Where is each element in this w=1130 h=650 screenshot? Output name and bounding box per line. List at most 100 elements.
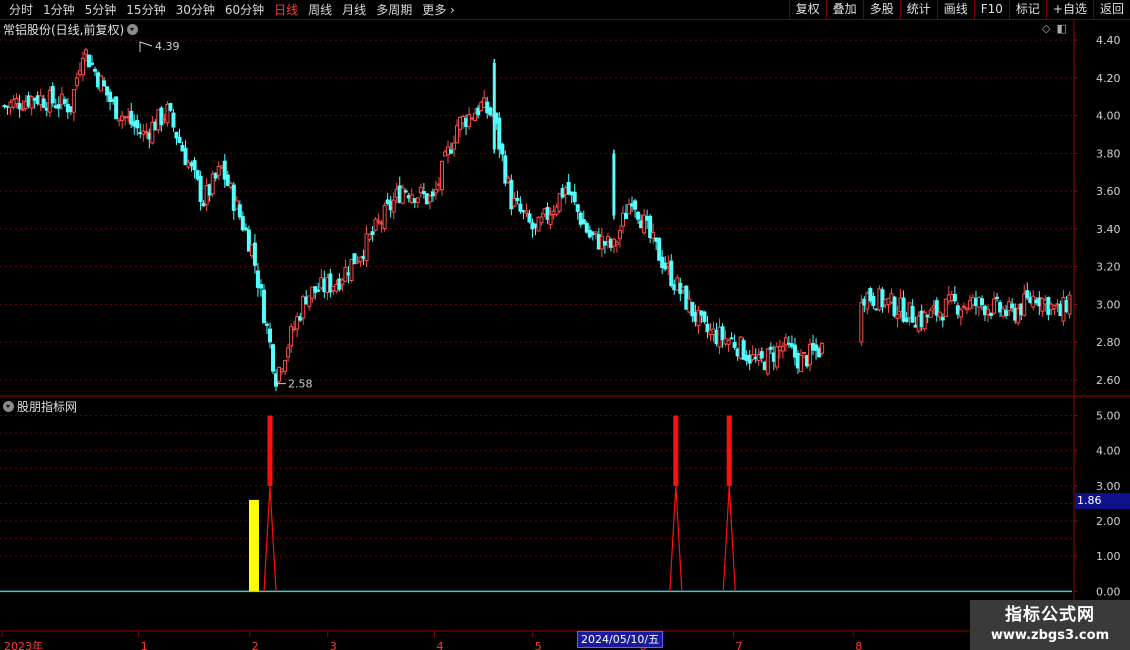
period-tab-6[interactable]: 日线	[269, 0, 303, 20]
candle-body-312	[943, 298, 948, 317]
candle-body-315	[952, 293, 957, 302]
candle-body-133	[403, 190, 408, 193]
period-tab-8[interactable]: 月线	[337, 0, 371, 20]
tool-button-1[interactable]: 叠加	[825, 0, 863, 20]
signal-bar-0	[267, 415, 273, 486]
candle-body-87	[264, 323, 269, 326]
candle-body-295	[892, 296, 897, 317]
candle-body-241	[729, 337, 734, 340]
candle-body-203	[614, 241, 619, 246]
tool-button-8[interactable]: 返回	[1092, 0, 1130, 20]
tool-button-4[interactable]: 画线	[936, 0, 974, 20]
window-toggle-icon[interactable]: ◧	[1056, 22, 1066, 35]
candle-body-83	[252, 242, 257, 266]
candle-body-56	[171, 112, 176, 128]
period-tab-1[interactable]: 1分钟	[38, 0, 80, 20]
candle-body-124	[376, 220, 381, 223]
candle-body-145	[439, 160, 444, 191]
candle-body-332	[1004, 309, 1009, 316]
candle-body-171	[518, 203, 523, 212]
main-panel-title[interactable]: 常铝股份(日线,前复权)	[3, 21, 139, 38]
site-watermark: 指标公式网 www.zbgs3.com	[970, 600, 1130, 650]
candle-body-284	[859, 302, 864, 343]
period-tab-4[interactable]: 30分钟	[171, 0, 220, 20]
candle-body-132	[400, 187, 405, 204]
candle-body-55	[168, 103, 173, 111]
price-tick-label-5: 3.40	[1096, 223, 1121, 236]
time-label-2: 2	[252, 640, 259, 650]
period-tab-3[interactable]: 15分钟	[121, 0, 170, 20]
candle-body-148	[449, 149, 454, 154]
spike-candle-2-body	[612, 153, 616, 216]
tool-button-2[interactable]: 多股	[862, 0, 900, 20]
price-tick-label-6: 3.20	[1096, 261, 1121, 274]
period-tabs: 分时 1分钟 5分钟 15分钟 30分钟 60分钟 日线 周线 月线 多周期 更多 ›	[4, 0, 460, 20]
candle-body-253	[765, 348, 770, 375]
candle-body-265	[802, 351, 806, 354]
tool-button-6[interactable]: 标记	[1008, 0, 1046, 20]
chevron-down-icon[interactable]	[3, 401, 14, 412]
candle-body-89	[271, 344, 276, 372]
price-tick-label-4: 3.60	[1096, 185, 1121, 198]
candle-body-60	[183, 147, 188, 166]
indicator-tick-label-2: 3.00	[1096, 480, 1121, 493]
period-tab-2[interactable]: 5分钟	[80, 0, 122, 20]
hover-date-label: 2024/05/10/五	[577, 631, 664, 648]
candle-body-27	[83, 49, 88, 55]
candle-body-33	[102, 80, 107, 87]
candle-body-258	[780, 345, 785, 352]
indicator-tick-label-3: 2.00	[1096, 515, 1121, 528]
period-tab-7[interactable]: 周线	[303, 0, 337, 20]
candle-body-85	[258, 284, 263, 289]
stock-chart[interactable]: 4.40 4.20 4.00 3.80 3.60 3.40 3.20 3.00 2.80 2.60…	[0, 20, 1130, 650]
candle-body-44	[135, 119, 140, 129]
tool-button-5[interactable]: F10	[973, 0, 1009, 20]
time-label-4: 4	[437, 640, 444, 650]
time-label-3: 3	[330, 640, 337, 650]
candle-body-189	[572, 191, 577, 203]
price-tick-label-0: 4.40	[1096, 34, 1121, 47]
candle-body-318	[961, 305, 966, 308]
candle-body-271	[820, 342, 825, 354]
candle-body-122	[370, 231, 375, 235]
indicator-panel-title-text: 股朋指标网	[17, 400, 78, 414]
period-tab-0[interactable]: 分时	[4, 0, 38, 20]
main-panel-title-text: 常铝股份(日线,前复权)	[3, 23, 125, 37]
candle-body-242	[732, 341, 737, 348]
candle-body-307	[928, 309, 933, 318]
candle-body-251	[759, 351, 764, 359]
candle-body-161	[488, 107, 493, 116]
chevron-down-icon[interactable]	[127, 24, 139, 35]
candle-body-317	[958, 309, 963, 318]
candle-body-93	[283, 360, 288, 372]
candle-body-299	[904, 317, 909, 323]
candle-body-301	[910, 306, 915, 323]
time-label-1: 1	[141, 640, 148, 650]
candle-body-324	[980, 298, 984, 306]
panel-corner-controls: ◇ ◧	[1042, 22, 1067, 35]
watermark-logo-text: 指标公式网	[1005, 605, 1095, 625]
candle-body-16	[50, 86, 55, 104]
diamond-icon[interactable]: ◇	[1042, 22, 1050, 35]
tool-button-7[interactable]: +自选	[1045, 0, 1093, 20]
candle-body-88	[268, 328, 272, 343]
candle-body-29	[90, 62, 94, 65]
candle-body-310	[937, 311, 942, 318]
period-tab-10[interactable]: 更多 ›	[417, 0, 460, 20]
indicator-panel-title[interactable]: 股朋指标网	[3, 398, 77, 415]
period-tab-5[interactable]: 60分钟	[220, 0, 269, 20]
tool-button-3[interactable]: 统计	[899, 0, 937, 20]
tool-button-0[interactable]: 复权	[788, 0, 826, 20]
candle-body-353	[1067, 294, 1072, 315]
time-label-8: 8	[855, 640, 862, 650]
candle-body-329	[995, 296, 1000, 299]
candle-body-104	[316, 289, 321, 292]
watermark-url: www.zbgs3.com	[990, 628, 1110, 643]
time-label-0: 2023年	[4, 639, 43, 650]
candle-body-288	[871, 295, 876, 306]
candle-body-121	[367, 234, 372, 240]
candle-body-196	[593, 231, 598, 234]
period-tab-9[interactable]: 多周期	[371, 0, 417, 20]
top-toolbar: 分时 1分钟 5分钟 15分钟 30分钟 60分钟 日线 周线 月线 多周期 更多 › 复权 叠加 多股…	[0, 0, 1130, 20]
candle-body-141	[427, 195, 432, 203]
